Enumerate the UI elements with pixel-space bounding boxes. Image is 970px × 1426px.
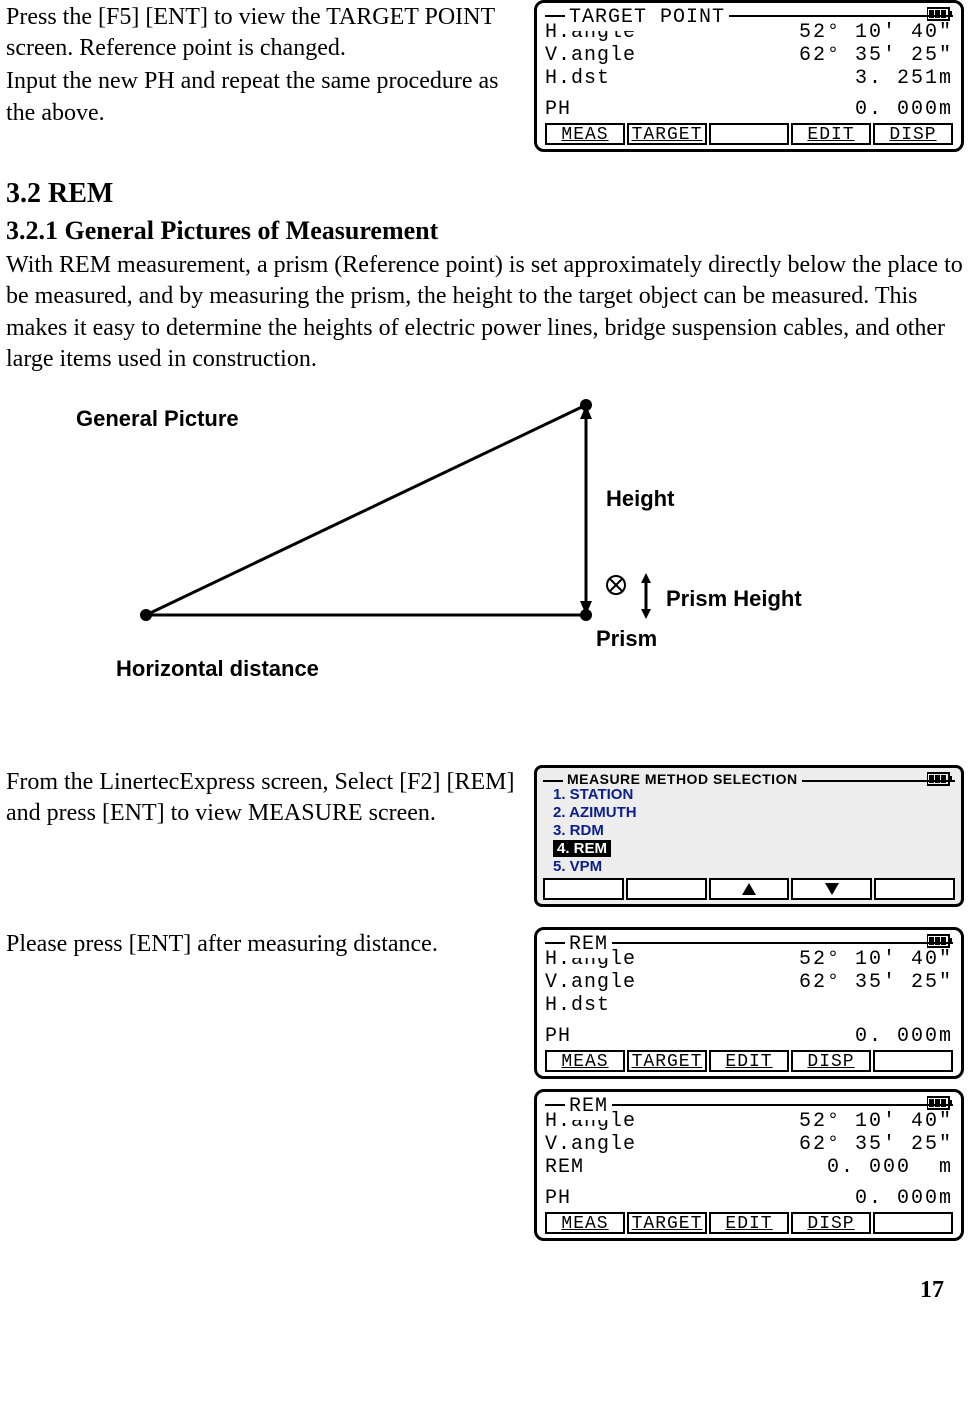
intro-para-1: Press the [F5] [ENT] to view the TARGET … <box>6 2 524 64</box>
section-body: With REM measurement, a prism (Reference… <box>6 250 964 375</box>
step2-text: Please press [ENT] after measuring dista… <box>6 929 524 960</box>
menu-item-azimuth[interactable]: 2. AZIMUTH <box>543 804 955 822</box>
softkey-blank[interactable] <box>626 878 707 900</box>
row-value: 0. 000 m <box>827 1156 953 1179</box>
menu-item-station[interactable]: 1. STATION <box>543 786 955 804</box>
softkey-target[interactable]: TARGET <box>627 1212 707 1234</box>
ph-value: 0. 000m <box>855 98 953 121</box>
row-label: V.angle <box>545 44 636 67</box>
row-value: 52° 10′ 40″ <box>799 21 953 44</box>
ph-label: PH <box>545 98 571 121</box>
softkey-blank[interactable] <box>543 878 624 900</box>
softkey-disp[interactable]: DISP <box>791 1050 871 1072</box>
ph-label: PH <box>545 1187 571 1210</box>
lcd-title: REM <box>565 932 612 958</box>
diagram-height-label: Height <box>606 485 674 514</box>
softkey-edit[interactable]: EDIT <box>709 1050 789 1072</box>
menu-item-vpm[interactable]: 5. VPM <box>543 858 955 876</box>
lcd-title: REM <box>565 1094 612 1120</box>
softkey-down[interactable] <box>791 878 872 900</box>
row-label: V.angle <box>545 1133 636 1156</box>
arrow-up-icon <box>741 882 757 896</box>
softkey-blank[interactable] <box>873 1212 953 1234</box>
diagram-title-label: General Picture <box>76 405 239 434</box>
row-label: V.angle <box>545 971 636 994</box>
selection-title: MEASURE METHOD SELECTION <box>563 770 802 788</box>
menu-item-rem[interactable]: 4. REM <box>543 840 955 858</box>
intro-para-2: Input the new PH and repeat the same pro… <box>6 66 524 128</box>
ph-value: 0. 000m <box>855 1025 953 1048</box>
row-value: 62° 35′ 25″ <box>799 971 953 994</box>
softkey-up[interactable] <box>709 878 790 900</box>
lcd-method-selection: MEASURE METHOD SELECTION 1. STATION 2. A… <box>534 765 964 907</box>
lcd-rem-1: REM H.angle52° 10′ 40″ V.angle62° 35′ 25… <box>534 927 964 1079</box>
general-picture-diagram: General Picture Height Prism Height Pris… <box>6 385 964 685</box>
softkey-edit[interactable]: EDIT <box>709 1212 789 1234</box>
row-label: H.dst <box>545 67 610 90</box>
softkey-meas[interactable]: MEAS <box>545 1212 625 1234</box>
lcd-target-point: TARGET POINT H.angle52° 10′ 40″ V.angle6… <box>534 0 964 152</box>
arrow-down-icon <box>824 882 840 896</box>
diagram-prism-label: Prism <box>596 625 657 654</box>
softkey-meas[interactable]: MEAS <box>545 123 625 145</box>
softkey-blank[interactable] <box>874 878 955 900</box>
lcd-rem-2: REM H.angle52° 10′ 40″ V.angle62° 35′ 25… <box>534 1089 964 1241</box>
softkey-target[interactable]: TARGET <box>627 1050 707 1072</box>
row-value: 3. 251m <box>855 67 953 90</box>
row-value: 52° 10′ 40″ <box>799 948 953 971</box>
page-number: 17 <box>6 1275 964 1306</box>
softkey-edit[interactable]: EDIT <box>791 123 871 145</box>
softkey-meas[interactable]: MEAS <box>545 1050 625 1072</box>
softkey-target[interactable]: TARGET <box>627 123 707 145</box>
softkey-disp[interactable]: DISP <box>873 123 953 145</box>
section-heading-3-2-1: 3.2.1 General Pictures of Measurement <box>6 214 964 248</box>
row-label: H.dst <box>545 994 610 1017</box>
softkey-blank[interactable] <box>709 123 789 145</box>
section-heading-3-2: 3.2 REM <box>6 176 964 212</box>
menu-item-rdm[interactable]: 3. RDM <box>543 822 955 840</box>
diagram-prism-height-label: Prism Height <box>666 585 802 614</box>
row-value: 62° 35′ 25″ <box>799 44 953 67</box>
row-label: REM <box>545 1156 584 1179</box>
step1-text: From the LinertecExpress screen, Select … <box>6 767 524 829</box>
diagram-hdist-label: Horizontal distance <box>116 655 319 684</box>
softkey-blank[interactable] <box>873 1050 953 1072</box>
row-value: 52° 10′ 40″ <box>799 1110 953 1133</box>
lcd-title: TARGET POINT <box>565 5 729 31</box>
ph-value: 0. 000m <box>855 1187 953 1210</box>
row-value: 62° 35′ 25″ <box>799 1133 953 1156</box>
softkey-disp[interactable]: DISP <box>791 1212 871 1234</box>
ph-label: PH <box>545 1025 571 1048</box>
